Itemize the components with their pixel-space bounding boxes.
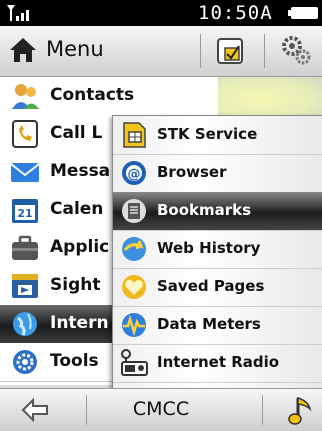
sim-card-icon	[123, 122, 146, 148]
menu-item-label: Sight	[50, 275, 101, 295]
svg-text:@: @	[128, 167, 141, 182]
menu-item-label: Contacts	[50, 85, 135, 105]
internet-globe-icon	[13, 312, 37, 336]
call-log-icon	[12, 120, 38, 148]
menu-item-messages[interactable]: Messa	[0, 153, 112, 192]
submenu-item-web-history[interactable]: Web History	[113, 230, 322, 269]
submenu-item-data-meters[interactable]: Data Meters	[113, 306, 322, 345]
operator-name: CMCC	[132, 398, 190, 420]
submenu-item-internet-radio[interactable]: Internet Radio	[113, 344, 322, 383]
menu-item-label: Calen	[50, 199, 104, 219]
menu-item-internet[interactable]: Intern	[0, 305, 112, 344]
submenu-item-label: Web History	[157, 239, 261, 257]
submenu-item-bookmarks[interactable]: Bookmarks	[113, 192, 322, 231]
divider	[264, 34, 265, 68]
menu-item-applications[interactable]: Applic	[0, 229, 112, 268]
internet-submenu: STK Service @ Browser Bookmarks Web Hist…	[112, 115, 322, 393]
menu-item-label: Call L	[50, 123, 103, 143]
submenu-item-label: Saved Pages	[157, 277, 265, 295]
menu-item-contacts[interactable]: Contacts	[0, 77, 218, 116]
saved-pages-icon	[122, 275, 146, 299]
submenu-item-label: Internet Radio	[157, 353, 280, 371]
battery-icon	[288, 7, 318, 19]
menu-item-label: Messa	[50, 161, 111, 181]
status-bar: 10:50A	[0, 0, 322, 26]
sight-icon	[12, 274, 38, 298]
tools-gear-icon	[13, 350, 37, 374]
browser-icon: @	[122, 161, 146, 185]
page-title: Menu	[46, 37, 104, 61]
menu-item-tools[interactable]: Tools	[0, 343, 112, 382]
contacts-icon	[12, 84, 39, 109]
web-history-icon	[122, 237, 146, 261]
data-meters-icon	[122, 313, 146, 337]
signal-strength-icon	[7, 5, 29, 21]
submenu-item-saved-pages[interactable]: Saved Pages	[113, 268, 322, 307]
menu-item-call-log[interactable]: Call L	[0, 115, 112, 154]
menu-item-label: Intern	[50, 313, 109, 333]
applications-icon	[12, 235, 38, 260]
menu-item-label: Tools	[50, 351, 99, 371]
submenu-item-label: STK Service	[157, 125, 258, 143]
music-note-icon[interactable]	[288, 395, 314, 427]
divider	[200, 34, 201, 68]
home-icon[interactable]	[8, 36, 38, 64]
submenu-item-label: Browser	[157, 163, 227, 181]
messages-icon	[10, 163, 40, 182]
menu-item-label: Applic	[50, 237, 110, 257]
submenu-item-browser[interactable]: @ Browser	[113, 154, 322, 193]
menu-item-calendar[interactable]: 21 Calen	[0, 191, 112, 230]
bookmarks-icon	[122, 199, 146, 223]
settings-gear-icon[interactable]	[280, 34, 312, 66]
clock: 10:50A	[198, 2, 273, 24]
notepad-icon[interactable]	[215, 36, 245, 66]
submenu-item-label: Data Meters	[157, 315, 261, 333]
calendar-icon: 21	[12, 199, 38, 223]
submenu-item-stk-service[interactable]: STK Service	[113, 116, 322, 155]
softkey-bar: CMCC	[0, 388, 322, 431]
svg-text:21: 21	[17, 207, 32, 220]
submenu-item-label: Bookmarks	[157, 201, 252, 219]
menu-item-sight[interactable]: Sight	[0, 267, 112, 306]
internet-radio-icon	[121, 349, 148, 376]
divider	[262, 395, 263, 425]
menu-header: Menu	[0, 26, 322, 77]
